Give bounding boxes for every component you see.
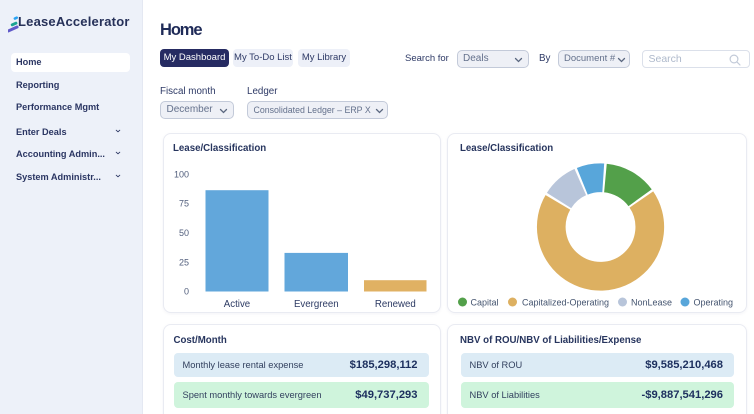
svg-text:25: 25	[178, 257, 188, 267]
svg-text:Operating: Operating	[694, 298, 734, 308]
svg-text:0: 0	[183, 287, 188, 297]
svg-text:Renewed: Renewed	[374, 299, 415, 310]
svg-text:Evergreen: Evergreen	[293, 299, 338, 310]
svg-text:Capitalized-Operating: Capitalized-Operating	[522, 298, 609, 308]
svg-text:50: 50	[178, 228, 188, 238]
svg-text:NonLease: NonLease	[631, 298, 672, 308]
svg-text:75: 75	[178, 199, 188, 209]
svg-text:Active: Active	[223, 299, 249, 310]
svg-text:100: 100	[173, 169, 188, 179]
svg-text:Capital: Capital	[471, 298, 499, 308]
